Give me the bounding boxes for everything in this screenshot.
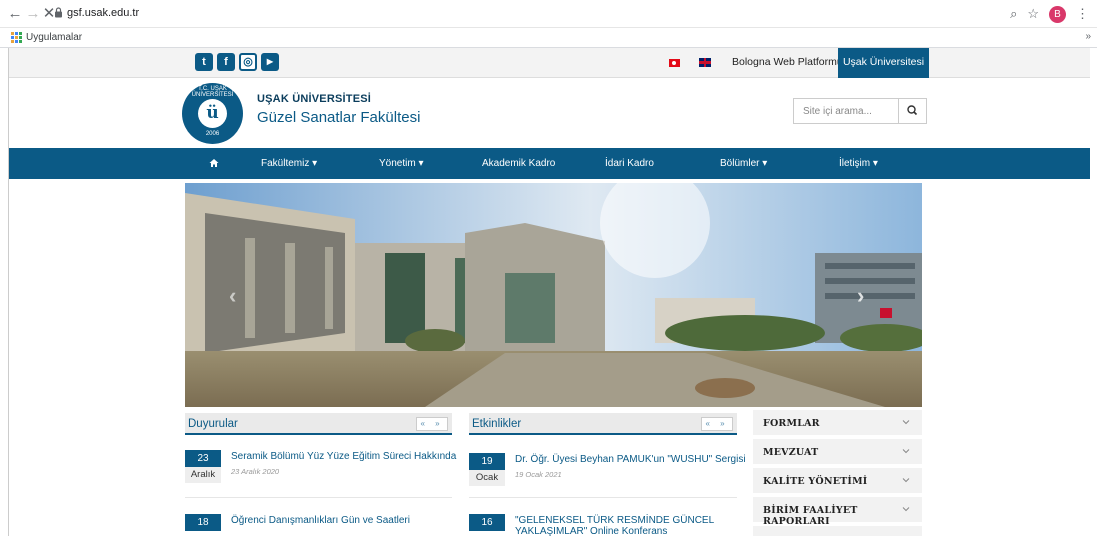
university-name: UŞAK ÜNİVERSİTESİ (257, 93, 372, 105)
news-title[interactable]: Öğrenci Danışmanlıkları Gün ve Saatleri (231, 515, 471, 526)
bologna-link[interactable]: Bologna Web Platformu (732, 56, 843, 68)
campus-photo (185, 183, 922, 407)
home-icon[interactable] (209, 158, 219, 168)
english-flag-icon[interactable] (699, 58, 711, 67)
chevron-more-icon[interactable]: » (1085, 31, 1091, 42)
search-button[interactable] (898, 98, 927, 124)
address-bar[interactable]: gsf.usak.edu.tr (67, 7, 139, 19)
browser-toolbar: ← → ✕ gsf.usak.edu.tr ⌕ ☆ B ⋮ (0, 0, 1097, 28)
back-icon[interactable]: ← (6, 5, 24, 23)
news-title[interactable]: Dr. Öğr. Üyesi Beyhan PAMUK'un "WUSHU" S… (515, 454, 755, 465)
list-item[interactable]: 18 Öğrenci Danışmanlıkları Gün ve Saatle… (185, 514, 452, 536)
nav-idari-kadro[interactable]: İdari Kadro (605, 158, 654, 169)
chevron-down-icon (902, 507, 910, 512)
instagram-icon[interactable]: ◎ (239, 53, 257, 71)
news-date: 23 Aralık 2020 (231, 467, 280, 476)
youtube-icon[interactable]: ▶ (261, 53, 279, 71)
divider (185, 497, 452, 498)
date-badge: 23 Aralık (185, 450, 221, 483)
sidebar-item-formlar[interactable]: FORMLAR (753, 410, 922, 436)
search-icon (907, 105, 918, 116)
menu-icon[interactable]: ⋮ (1076, 6, 1089, 22)
announcements-pager[interactable]: « » (416, 417, 448, 431)
events-pager[interactable]: « » (701, 417, 733, 431)
news-date: 19 Ocak 2021 (515, 470, 562, 479)
sidebar-item-mevzuat[interactable]: MEVZUAT (753, 439, 922, 465)
events-header: Etkinlikler « » (469, 413, 737, 435)
main-nav: Fakültemiz ▾ Yönetim ▾ Akademik Kadro İd… (9, 148, 1090, 179)
search-input[interactable]: Site içi arama... (793, 98, 898, 124)
nav-fakultemiz[interactable]: Fakültemiz ▾ (261, 158, 317, 169)
avatar[interactable]: B (1049, 5, 1066, 23)
date-badge: 19 Ocak (469, 453, 505, 486)
lock-icon (55, 7, 62, 18)
university-logo[interactable]: T.C. UŞAK ÜNİVERSİTESİ ü 2006 (182, 83, 243, 144)
image-slider[interactable]: ‹ › (185, 183, 922, 407)
news-title[interactable]: Seramik Bölümü Yüz Yüze Eğitim Süreci Ha… (231, 451, 471, 462)
divider (469, 497, 737, 498)
events-title: Etkinlikler (472, 418, 522, 430)
announcements-header: Duyurular « » (185, 413, 452, 435)
nav-akademik-kadro[interactable]: Akademik Kadro (482, 158, 555, 169)
sidebar-item-birim-faaliyet-raporlari[interactable]: BİRİM FAALİYET RAPORLARI (753, 497, 922, 527)
announcements-title: Duyurular (188, 418, 238, 430)
nav-bolumler[interactable]: Bölümler ▾ (720, 158, 767, 169)
star-icon[interactable]: ☆ (1027, 6, 1039, 22)
bookmark-apps[interactable]: Uygulamalar (26, 32, 82, 43)
list-item[interactable]: 16 "GELENEKSEL TÜRK RESMİNDE GÜNCEL YAKL… (469, 514, 737, 536)
chevron-down-icon (902, 449, 910, 454)
facebook-icon[interactable]: f (217, 53, 235, 71)
news-title[interactable]: "GELENEKSEL TÜRK RESMİNDE GÜNCEL YAKLAŞI… (515, 515, 715, 536)
zoom-icon[interactable]: ⌕ (1010, 6, 1017, 22)
site-header: T.C. UŞAK ÜNİVERSİTESİ ü 2006 UŞAK ÜNİVE… (9, 79, 1090, 148)
slider-prev-icon[interactable]: ‹ (229, 283, 236, 309)
twitter-icon[interactable]: t (195, 53, 213, 71)
apps-icon[interactable] (11, 32, 22, 43)
web-page: t f ◎ ▶ Bologna Web Platformu Uşak Ünive… (8, 48, 1097, 536)
nav-yonetim[interactable]: Yönetim ▾ (379, 158, 423, 169)
faculty-name: Güzel Sanatlar Fakültesi (257, 109, 421, 126)
chevron-down-icon (902, 420, 910, 425)
list-item[interactable]: 19 Ocak Dr. Öğr. Üyesi Beyhan PAMUK'un "… (469, 453, 746, 493)
nav-iletisim[interactable]: İletişim ▾ (839, 158, 878, 169)
sidebar-item-kalite-yonetimi[interactable]: KALİTE YÖNETİMİ (753, 468, 922, 494)
date-badge: 18 (185, 514, 221, 531)
turkish-flag-icon[interactable] (669, 59, 680, 67)
chevron-down-icon (902, 478, 910, 483)
date-badge: 16 (469, 514, 505, 531)
list-item[interactable]: 23 Aralık Seramik Bölümü Yüz Yüze Eğitim… (185, 450, 456, 490)
sidebar-item-more[interactable] (753, 526, 922, 536)
top-bar: t f ◎ ▶ Bologna Web Platformu Uşak Ünive… (9, 48, 1090, 78)
university-button[interactable]: Uşak Üniversitesi (838, 48, 929, 78)
slider-next-icon[interactable]: › (857, 283, 864, 309)
bookmarks-bar: Uygulamalar » (0, 28, 1097, 48)
